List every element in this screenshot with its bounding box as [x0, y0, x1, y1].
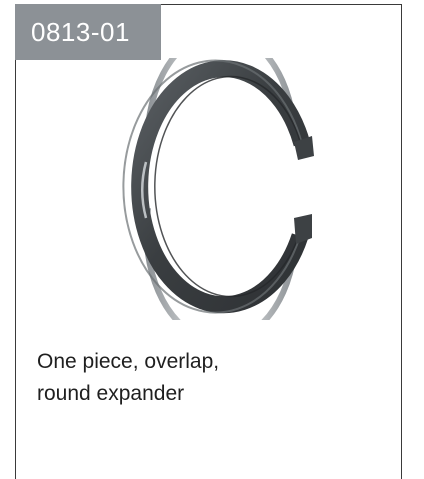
product-description: One piece, overlap, round expander [37, 346, 367, 410]
product-code-badge: 0813-01 [15, 4, 161, 60]
product-description-line-2: round expander [37, 382, 185, 405]
ring-body [131, 60, 311, 314]
ring-end-lower [294, 214, 312, 244]
product-description-line-1: One piece, overlap, [37, 350, 220, 373]
piston-ring-icon [122, 58, 314, 320]
